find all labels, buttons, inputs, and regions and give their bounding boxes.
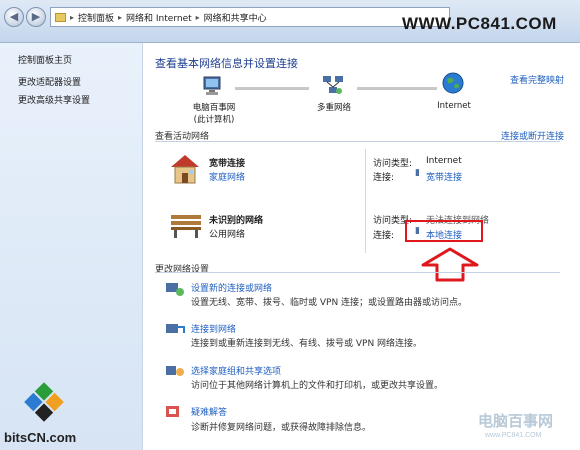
map-node-multi-network: 多重网络 bbox=[316, 103, 351, 113]
back-arrow-icon: ◀ bbox=[9, 10, 19, 23]
see-full-map-link[interactable]: 查看完整映射 bbox=[510, 73, 564, 86]
map-node-computer: 电脑百事网 (此计算机) bbox=[179, 101, 249, 125]
task-setup-new-connection[interactable]: 设置新的连接或网络 bbox=[191, 281, 272, 294]
change-settings-header: 更改网络设置 bbox=[155, 265, 210, 275]
connection-label: 连接: bbox=[373, 173, 395, 183]
watermark-bitscn: bitsCN.com bbox=[4, 430, 77, 445]
page-title: 查看基本网络信息并设置连接 bbox=[155, 57, 298, 70]
divider bbox=[365, 149, 366, 253]
bench-icon bbox=[169, 209, 203, 239]
address-bar[interactable]: ▸ 控制面板 ▸ 网络和 Internet ▸ 网络和共享中心 bbox=[50, 7, 450, 27]
breadcrumb-network-internet[interactable]: 网络和 Internet bbox=[126, 11, 192, 24]
network-type-link[interactable]: 家庭网络 bbox=[209, 170, 245, 183]
watermark-pc841-url: www.PC841.COM bbox=[485, 432, 542, 439]
network-type: 公用网络 bbox=[209, 230, 246, 240]
breadcrumb-network-sharing[interactable]: 网络和共享中心 bbox=[204, 11, 267, 24]
highlight-box bbox=[405, 220, 483, 242]
task-troubleshoot[interactable]: 疑难解答 bbox=[191, 405, 227, 418]
task-description: 诊断并修复网络问题，或获得故障排除信息。 bbox=[191, 423, 372, 433]
task-description: 连接到或重新连接到无线、有线、拨号或 VPN 网络连接。 bbox=[191, 339, 423, 349]
homegroup-icon bbox=[165, 363, 185, 379]
access-type-label: 访问类型: bbox=[373, 159, 413, 169]
network-name: 未识别的网络 bbox=[209, 216, 264, 226]
task-description: 访问位于其他网络计算机上的文件和打印机，或更改共享设置。 bbox=[191, 381, 444, 391]
sidebar-item-advanced-sharing[interactable]: 更改高级共享设置 bbox=[18, 93, 90, 106]
network-icon bbox=[321, 73, 345, 97]
task-homegroup-sharing[interactable]: 选择家庭组和共享选项 bbox=[191, 364, 281, 377]
sidebar-item-home[interactable]: 控制面板主页 bbox=[18, 53, 72, 66]
network-setup-icon bbox=[165, 281, 185, 297]
chevron-right-icon: ▸ bbox=[195, 12, 200, 22]
house-icon bbox=[167, 151, 203, 185]
breadcrumb-control-panel[interactable]: 控制面板 bbox=[78, 11, 114, 24]
computer-subtitle: (此计算机) bbox=[193, 115, 235, 125]
divider bbox=[155, 141, 560, 142]
connection-icon: ▮ bbox=[415, 168, 420, 178]
watermark-top: WWW.PC841.COM bbox=[402, 14, 557, 33]
main-panel: 查看基本网络信息并设置连接 查看完整映射 电脑百事网 (此计算机) 多重网络 I… bbox=[143, 43, 580, 450]
globe-icon bbox=[441, 71, 465, 95]
map-link-line bbox=[235, 87, 309, 90]
forward-arrow-icon: ▶ bbox=[31, 10, 41, 23]
watermark-pc841: 电脑百事网 bbox=[478, 413, 554, 430]
computer-name: 电脑百事网 bbox=[192, 103, 236, 113]
sidebar-item-adapter[interactable]: 更改适配器设置 bbox=[18, 75, 81, 88]
map-link-line bbox=[357, 87, 437, 90]
task-description: 设置无线、宽带、拨号、临时或 VPN 连接；或设置路由器或访问点。 bbox=[191, 298, 468, 308]
connection-label: 连接: bbox=[373, 231, 395, 241]
network-name: 宽带连接 bbox=[209, 159, 246, 169]
divider bbox=[155, 272, 560, 273]
access-type-value: Internet bbox=[426, 156, 462, 166]
troubleshoot-icon bbox=[165, 404, 185, 420]
folder-icon bbox=[55, 12, 66, 22]
map-node-internet: Internet bbox=[437, 101, 471, 111]
connect-network-icon bbox=[165, 321, 185, 337]
computer-icon bbox=[201, 75, 223, 97]
arrow-up-icon bbox=[419, 247, 481, 283]
connection-link[interactable]: 宽带连接 bbox=[426, 170, 462, 183]
task-connect-to-network[interactable]: 连接到网络 bbox=[191, 322, 236, 335]
forward-button[interactable]: ▶ bbox=[26, 7, 46, 27]
back-button[interactable]: ◀ bbox=[4, 7, 24, 27]
bitscn-logo-icon bbox=[22, 380, 66, 424]
chevron-right-icon: ▸ bbox=[118, 12, 123, 22]
title-bar: ◀ ▶ ▸ 控制面板 ▸ 网络和 Internet ▸ 网络和共享中心 WWW.… bbox=[0, 0, 580, 43]
chevron-right-icon: ▸ bbox=[70, 12, 75, 22]
